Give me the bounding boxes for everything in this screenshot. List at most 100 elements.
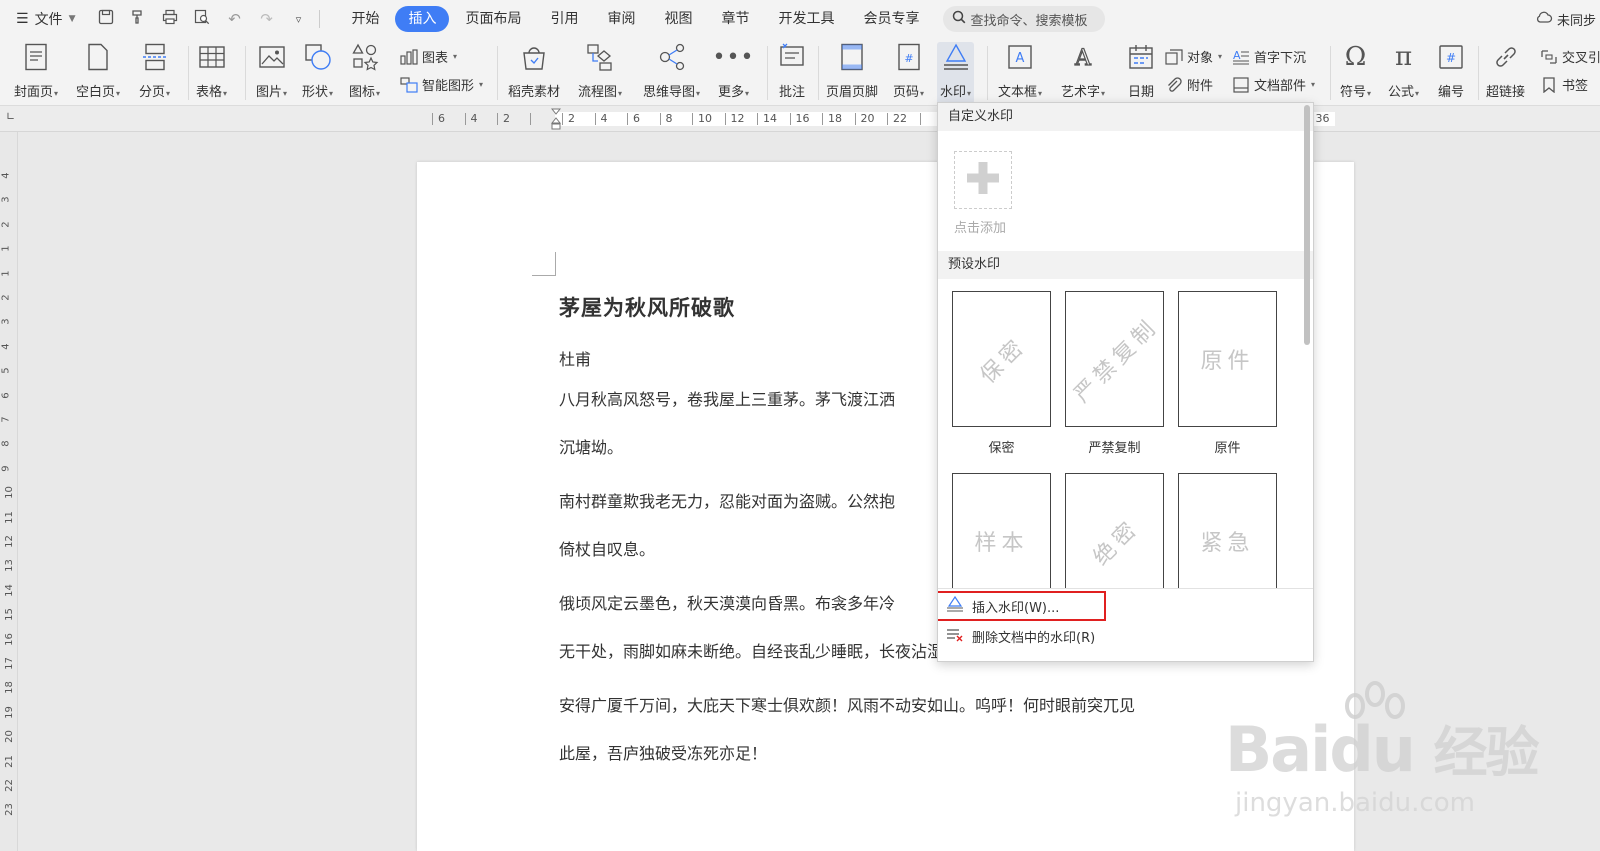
file-menu[interactable]: ☰ 文件 ▼ [16, 9, 75, 29]
wordart-button[interactable]: A 艺术字▾ [1061, 42, 1105, 100]
table-button[interactable]: 表格▾ [196, 42, 227, 100]
flowchart-button[interactable]: 流程图▾ [578, 42, 622, 100]
baidu-url: jingyan.baidu.com [1235, 788, 1475, 818]
attachment-button[interactable]: 附件 [1165, 75, 1213, 94]
save-icon[interactable] [97, 9, 115, 29]
divider [987, 46, 988, 100]
bookmark-button[interactable]: 书签 [1540, 75, 1588, 94]
shape-button[interactable]: 形状▾ [302, 42, 333, 100]
header-footer-button[interactable]: 页眉页脚 [826, 42, 878, 100]
tab-home[interactable]: 开始 [338, 6, 392, 32]
tab-insert[interactable]: 插入 [395, 6, 450, 32]
tab-view[interactable]: 视图 [651, 6, 705, 32]
undo-icon[interactable]: ↶ [225, 10, 243, 28]
ruler-tick: 20 [854, 113, 888, 125]
watermark-actions: 插入水印(W)... 删除文档中的水印(R) [938, 588, 1313, 661]
ruler-tick: 1 [0, 245, 12, 252]
paperclip-icon [1165, 76, 1183, 94]
docer-material-button[interactable]: 稻壳素材 [508, 42, 560, 100]
date-button[interactable]: 日期 [1126, 42, 1156, 100]
preset-watermark-card[interactable]: 原件 [1178, 291, 1277, 427]
textbox-button[interactable]: A 文本框▾ [998, 42, 1042, 100]
formula-label: 公式 [1388, 85, 1415, 100]
poem-line: 安得广厦千万间，大庇天下寒士俱欢颜！风雨不动安如山。呜呼！何时眼前突兀见 [559, 696, 1136, 715]
blank-page-icon [83, 42, 113, 72]
tab-page-layout[interactable]: 页面布局 [452, 6, 534, 32]
ruler-tick: 14 [3, 583, 15, 597]
wordart-label: 艺术字 [1061, 85, 1101, 100]
preset-watermark-caption: 保密 [988, 441, 1015, 456]
drop-cap-icon: A [1232, 48, 1250, 66]
preset-watermark-card[interactable]: 保密 [952, 291, 1051, 427]
drop-cap-button[interactable]: A 首字下沉 [1232, 47, 1306, 66]
chart-icon [400, 48, 418, 66]
cross-reference-button[interactable]: 交叉引 [1540, 47, 1600, 66]
smart-graphic-button[interactable]: 智能图形 ▾ [400, 75, 483, 94]
tab-section[interactable]: 章节 [708, 6, 762, 32]
ruler-tick: 2 [0, 221, 12, 228]
add-custom-watermark-button[interactable] [954, 151, 1012, 209]
indent-marker[interactable] [550, 108, 562, 130]
format-painter-icon[interactable] [129, 9, 147, 29]
preset-watermark-text: 紧急 [1200, 531, 1255, 556]
flowchart-label: 流程图 [578, 85, 618, 100]
page-number-label: 页码 [893, 85, 920, 100]
symbol-button[interactable]: Ω 符号▾ [1340, 42, 1371, 100]
preset-watermark-text: 保密 [975, 332, 1032, 389]
ruler-tick: 8 [659, 113, 693, 125]
chart-button[interactable]: 图表 ▾ [400, 47, 457, 66]
ruler-tick: 14 [757, 113, 790, 125]
print-icon[interactable] [161, 9, 179, 29]
watermark-button[interactable]: 水印▾ [937, 42, 975, 104]
tab-developer[interactable]: 开发工具 [765, 6, 847, 32]
ruler-tick: 20 [3, 730, 15, 744]
cross-reference-label: 交叉引 [1562, 51, 1600, 66]
cross-reference-icon [1540, 48, 1558, 66]
picture-button[interactable]: 图片▾ [256, 42, 287, 100]
ruler-tick: 9 [0, 465, 12, 472]
ruler-tick: 12 [3, 535, 15, 548]
object-label: 对象 [1187, 51, 1214, 66]
ruler-tick: 21 [3, 754, 15, 768]
hyperlink-button[interactable]: 超链接 [1486, 42, 1525, 100]
page-number-button[interactable]: # 页码▾ [893, 42, 924, 100]
ruler-tick: 16 [789, 113, 823, 125]
tab-stop-selector[interactable]: ∟ [6, 110, 15, 123]
tab-member[interactable]: 会员专享 [850, 6, 932, 32]
more-button[interactable]: ••• 更多▾ [712, 42, 755, 101]
calendar-icon [1126, 42, 1156, 72]
more-dots-icon: ••• [712, 44, 755, 70]
document-parts-button[interactable]: 文档部件 ▾ [1232, 75, 1315, 94]
dropdown-scrollbar[interactable] [1304, 105, 1310, 345]
textbox-label: 文本框 [998, 85, 1038, 100]
page-break-button[interactable]: 分页▾ [139, 42, 170, 100]
tab-review[interactable]: 审阅 [594, 6, 648, 32]
object-button[interactable]: 对象 ▾ [1165, 47, 1222, 66]
divider [188, 46, 189, 100]
search-placeholder: 查找命令、搜索模板 [970, 13, 1088, 29]
mindmap-label: 思维导图 [643, 85, 696, 100]
tab-references[interactable]: 引用 [537, 6, 591, 32]
preset-watermark-card[interactable]: 严禁复制 [1065, 291, 1164, 427]
delete-watermark-item[interactable]: 删除文档中的水印(R) [946, 623, 1095, 649]
preset-watermark-header: 预设水印 [938, 251, 1313, 279]
formula-button[interactable]: π 公式▾ [1388, 42, 1419, 100]
customize-toolbar-icon[interactable]: ▿ [289, 13, 307, 26]
cover-page-button[interactable]: 封面页▾ [14, 42, 58, 100]
baidu-brand-text: Baidu 经验 [1225, 713, 1539, 786]
watermark-label: 水印 [940, 85, 967, 100]
command-search[interactable]: 查找命令、搜索模板 [943, 6, 1106, 32]
numbering-button[interactable]: # 编号 [1436, 42, 1466, 100]
icon-library-button[interactable]: 图标▾ [349, 42, 380, 100]
print-preview-icon[interactable] [193, 9, 211, 29]
comment-button[interactable]: 批注 [777, 42, 807, 100]
vertical-ruler[interactable]: 4 3 2 1 1 2 3 4 5 6 7 8 9 10 11 12 13 14 15 16 17 18 19 20 21 22 2… [0, 132, 18, 851]
ruler-tick: 2 [0, 294, 12, 301]
blank-page-button[interactable]: 空白页▾ [76, 42, 120, 100]
redo-icon[interactable]: ↷ [257, 10, 275, 28]
sync-status[interactable]: 未同步 [1535, 0, 1600, 38]
horizontal-ruler[interactable]: ∟ 6 4 2 2 4 6 8 10 12 14 16 18 20 22 36 [0, 106, 1600, 132]
preset-watermark-text: 绝密 [1088, 514, 1145, 571]
mindmap-button[interactable]: 思维导图▾ [643, 42, 700, 100]
ruler-tick: 6 [627, 113, 660, 125]
